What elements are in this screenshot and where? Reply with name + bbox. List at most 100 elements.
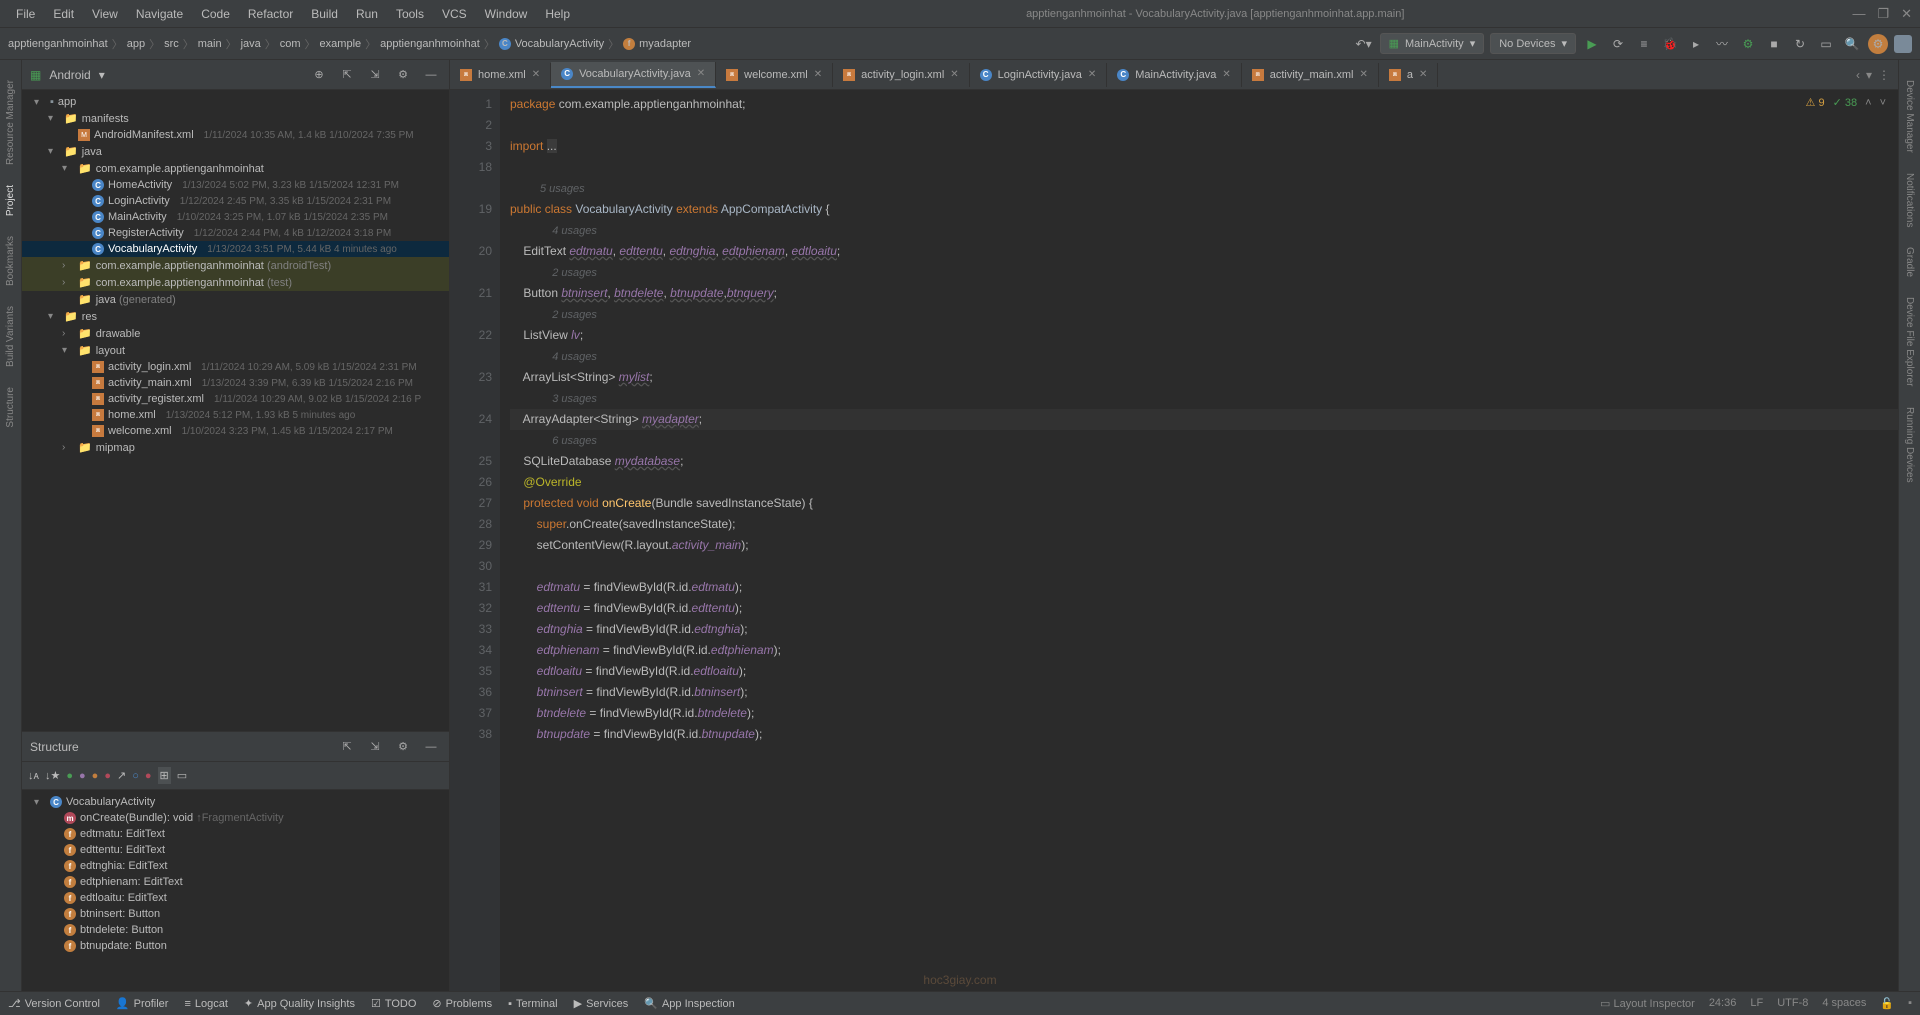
menu-build[interactable]: Build: [303, 3, 346, 25]
avatar[interactable]: [1894, 35, 1912, 53]
filter-icon[interactable]: ●: [79, 770, 86, 782]
tree-item[interactable]: ⧈activity_register.xml1/11/2024 10:29 AM…: [22, 391, 449, 407]
tool-terminal[interactable]: ▪ Terminal: [508, 997, 557, 1010]
project-panel-title[interactable]: Android: [49, 68, 90, 82]
close-tab-icon[interactable]: ✕: [950, 69, 958, 80]
menu-edit[interactable]: Edit: [45, 3, 82, 25]
tree-item[interactable]: fedtmatu: EditText: [22, 826, 449, 842]
breadcrumb-item[interactable]: main: [198, 38, 222, 50]
tab[interactable]: CMainActivity.java✕: [1107, 63, 1242, 87]
run-config-dropdown[interactable]: ▦ MainActivity ▾: [1380, 33, 1485, 54]
close-tab-icon[interactable]: ✕: [1359, 69, 1367, 80]
gear-icon[interactable]: ⚙: [393, 737, 413, 757]
tab[interactable]: ⧈activity_main.xml✕: [1242, 63, 1379, 87]
menu-navigate[interactable]: Navigate: [128, 3, 191, 25]
tab[interactable]: CLoginActivity.java✕: [970, 63, 1108, 87]
tool-services[interactable]: ▶ Services: [574, 997, 629, 1010]
rail-device-manager[interactable]: Device Manager: [1904, 80, 1915, 153]
tool-quality[interactable]: ✦ App Quality Insights: [244, 997, 355, 1010]
code[interactable]: package com.example.apptienganhmoinhat; …: [500, 90, 1898, 991]
rail-device-explorer[interactable]: Device File Explorer: [1904, 297, 1915, 386]
close-tab-icon[interactable]: ✕: [1419, 69, 1427, 80]
tree-item[interactable]: ▾▪app: [22, 94, 449, 110]
filter-icon[interactable]: ●: [104, 770, 111, 782]
tab[interactable]: ⧈activity_login.xml✕: [833, 63, 970, 87]
tree-item[interactable]: ▾📁com.example.apptienganhmoinhat: [22, 160, 449, 177]
breadcrumb-item[interactable]: com: [280, 38, 301, 50]
tree-item[interactable]: monCreate(Bundle): void ↑FragmentActivit…: [22, 810, 449, 826]
gutter[interactable]: 1231819202122232425262728293031323334353…: [450, 90, 500, 991]
close-tab-icon[interactable]: ✕: [1222, 69, 1230, 80]
tool-version-control[interactable]: ⎇ Version Control: [8, 997, 100, 1010]
tree-item[interactable]: ›📁drawable: [22, 325, 449, 342]
status-encoding[interactable]: UTF-8: [1777, 997, 1808, 1010]
close-tab-icon[interactable]: ✕: [1088, 69, 1096, 80]
run-icon[interactable]: ▶: [1582, 34, 1602, 54]
tree-item[interactable]: fbtninsert: Button: [22, 906, 449, 922]
filter-icon[interactable]: ●: [66, 770, 73, 782]
rail-resource-manager[interactable]: Resource Manager: [5, 80, 16, 165]
chevron-down-icon[interactable]: ▾: [99, 68, 105, 82]
menu-help[interactable]: Help: [537, 3, 578, 25]
breadcrumb-item[interactable]: src: [164, 38, 179, 50]
settings-icon[interactable]: ⚙: [1868, 34, 1888, 54]
apply-code-icon[interactable]: ≡: [1634, 34, 1654, 54]
editor[interactable]: ⚠ 9 ✓ 38 ˄ ˅ 123181920212223242526272829…: [450, 90, 1898, 991]
collapse-icon[interactable]: ⇲: [365, 65, 385, 85]
tab[interactable]: ⧈a✕: [1379, 63, 1439, 87]
tool-layout-inspector[interactable]: ▭ Layout Inspector: [1600, 997, 1695, 1010]
close-icon[interactable]: ✕: [1901, 6, 1912, 22]
back-icon[interactable]: ↶▾: [1354, 34, 1374, 54]
avd-manager-icon[interactable]: ▭: [1816, 34, 1836, 54]
project-tree[interactable]: ▾▪app▾📁manifestsMAndroidManifest.xml1/11…: [22, 90, 449, 731]
tool-inspection[interactable]: 🔍 App Inspection: [644, 997, 734, 1010]
expand-icon[interactable]: ⇱: [337, 65, 357, 85]
tree-item[interactable]: ▾📁java: [22, 143, 449, 160]
breadcrumb-item[interactable]: app: [127, 38, 145, 50]
tree-item[interactable]: ▾📁manifests: [22, 110, 449, 127]
tab[interactable]: ⧈home.xml✕: [450, 63, 551, 87]
collapse-icon[interactable]: ⇲: [365, 737, 385, 757]
minimize-icon[interactable]: —: [1852, 6, 1865, 22]
tree-item[interactable]: fedtnghia: EditText: [22, 858, 449, 874]
sync-icon[interactable]: ↻: [1790, 34, 1810, 54]
tree-item[interactable]: ▾CVocabularyActivity: [22, 794, 449, 810]
tree-item[interactable]: ⧈welcome.xml1/10/2024 3:23 PM, 1.45 kB 1…: [22, 423, 449, 439]
menu-vcs[interactable]: VCS: [434, 3, 475, 25]
menu-window[interactable]: Window: [477, 3, 536, 25]
status-position[interactable]: 24:36: [1709, 997, 1737, 1010]
rail-build-variants[interactable]: Build Variants: [5, 306, 16, 367]
device-dropdown[interactable]: No Devices ▾: [1490, 33, 1576, 54]
expand-icon[interactable]: ⇱: [337, 737, 357, 757]
stop-icon[interactable]: ■: [1764, 34, 1784, 54]
tab-dropdown-icon[interactable]: ▾: [1866, 68, 1872, 82]
status-indent[interactable]: 4 spaces: [1822, 997, 1866, 1010]
tool-logcat[interactable]: ≡ Logcat: [184, 997, 227, 1010]
menu-run[interactable]: Run: [348, 3, 386, 25]
close-tab-icon[interactable]: ✕: [814, 69, 822, 80]
filter-icon[interactable]: ↗: [117, 769, 126, 782]
tree-item[interactable]: CRegisterActivity1/12/2024 2:44 PM, 4 kB…: [22, 225, 449, 241]
rail-running-devices[interactable]: Running Devices: [1904, 407, 1915, 483]
rail-project[interactable]: Project: [5, 185, 16, 216]
breadcrumb-field[interactable]: myadapter: [639, 38, 691, 50]
tool-todo[interactable]: ☑ TODO: [371, 997, 416, 1010]
structure-tree[interactable]: ▾CVocabularyActivitymonCreate(Bundle): v…: [22, 790, 449, 991]
tool-problems[interactable]: ⊘ Problems: [432, 997, 492, 1010]
sort-alpha-icon[interactable]: ↓ᴀ: [28, 770, 39, 782]
rail-structure[interactable]: Structure: [5, 387, 16, 428]
tree-item[interactable]: CLoginActivity1/12/2024 2:45 PM, 3.35 kB…: [22, 193, 449, 209]
profile-icon[interactable]: 〰: [1712, 34, 1732, 54]
tree-item[interactable]: ▾📁layout: [22, 342, 449, 359]
tree-item[interactable]: fbtnupdate: Button: [22, 938, 449, 954]
hide-icon[interactable]: —: [421, 65, 441, 85]
tree-item[interactable]: CMainActivity1/10/2024 3:25 PM, 1.07 kB …: [22, 209, 449, 225]
coverage-icon[interactable]: ▸: [1686, 34, 1706, 54]
filter-icon[interactable]: ▭: [177, 769, 187, 782]
menu-file[interactable]: File: [8, 3, 43, 25]
tree-item[interactable]: MAndroidManifest.xml1/11/2024 10:35 AM, …: [22, 127, 449, 143]
menu-view[interactable]: View: [84, 3, 126, 25]
tree-item[interactable]: fedtloaitu: EditText: [22, 890, 449, 906]
hide-icon[interactable]: —: [421, 737, 441, 757]
tab[interactable]: CVocabularyActivity.java✕: [551, 62, 716, 88]
